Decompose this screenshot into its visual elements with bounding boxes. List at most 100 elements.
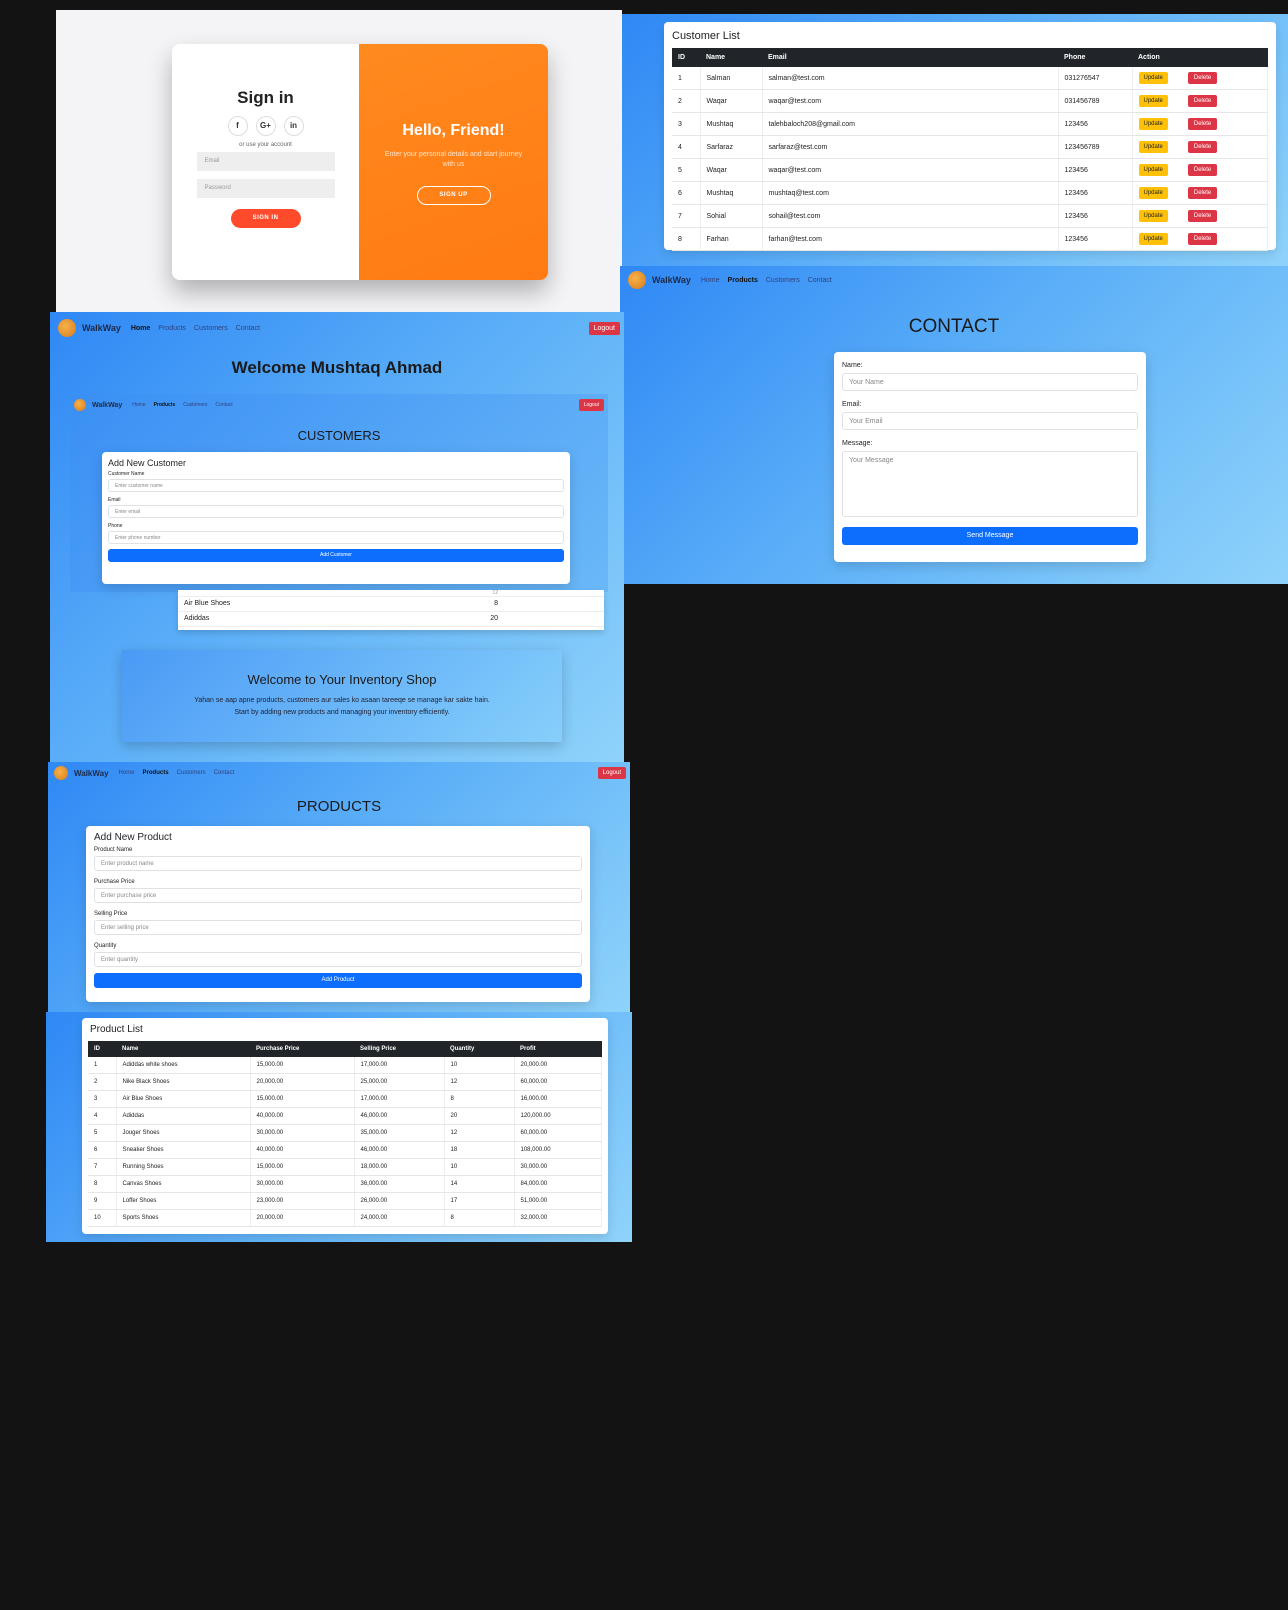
password-input[interactable]: Password [196, 179, 335, 198]
update-button[interactable]: Update [1138, 164, 1168, 176]
nav-customers[interactable]: Customers [183, 402, 207, 408]
update-button[interactable]: Update [1138, 210, 1168, 222]
update-button[interactable]: Update [1138, 72, 1168, 84]
email-label: Email [108, 497, 121, 503]
send-message-button[interactable]: Send Message [842, 527, 1138, 545]
google-plus-icon[interactable]: G+ [255, 116, 276, 136]
signin-form: Sign in f G+ in or use your account Emai… [172, 44, 359, 280]
linkedin-icon[interactable]: in [283, 116, 304, 136]
nav-products[interactable]: Products [158, 325, 186, 332]
add-customer-button[interactable]: Add Customer [108, 549, 564, 562]
nav-customers[interactable]: Customers [177, 770, 206, 776]
add-customer-title: Add New Customer [108, 458, 187, 468]
delete-button[interactable]: Delete [1187, 164, 1218, 176]
nav-home[interactable]: Home [131, 325, 150, 332]
update-button[interactable]: Update [1138, 233, 1168, 245]
nav-products[interactable]: Products [143, 770, 169, 776]
cell-email: talehbaloch208@gmail.com [762, 112, 1059, 136]
logout-button[interactable]: Logout [588, 322, 620, 335]
cell-id: 3 [672, 112, 701, 136]
nav-products[interactable]: Products [728, 277, 758, 284]
cell-phone: 123456789 [1058, 135, 1133, 159]
cell-name: Farhan [700, 227, 763, 251]
facebook-icon[interactable]: f [227, 116, 248, 136]
signup-button[interactable]: SIGN UP [416, 186, 491, 205]
table-row: 1 Salman salman@test.com 031276547 Update Del… [672, 67, 1268, 90]
delete-button[interactable]: Delete [1187, 233, 1218, 245]
cell-action: Update Delete [1132, 67, 1268, 90]
delete-button[interactable]: Delete [1187, 72, 1218, 84]
cell-action: Update Delete [1132, 204, 1268, 228]
email-input[interactable]: Email [196, 152, 335, 171]
name-input[interactable]: Your Name [842, 373, 1138, 391]
brand-name[interactable]: WalkWay [92, 402, 122, 409]
contact-form: Name: Your Name Email: Your Email Messag… [834, 352, 1146, 562]
cell-email: mushtaq@test.com [762, 181, 1059, 205]
email-input[interactable]: Your Email [842, 412, 1138, 430]
navbar: WalkWay Home Products Customers Contact [620, 266, 1288, 294]
cell-id: 10 [88, 1209, 117, 1227]
nav-home[interactable]: Home [132, 402, 145, 408]
product-list-title: Product List [90, 1024, 143, 1035]
signin-button[interactable]: SIGN IN [230, 209, 301, 228]
product-name-input[interactable]: Enter product name [94, 856, 582, 871]
customer-table-header: ID Name Email Phone Action [672, 48, 1268, 67]
nav-contact[interactable]: Contact [808, 277, 832, 284]
customer-name-input[interactable]: Enter customer name [108, 479, 564, 492]
delete-button[interactable]: Delete [1187, 187, 1218, 199]
signup-overlay: Hello, Friend! Enter your personal detai… [359, 44, 548, 280]
email-input[interactable]: Enter email [108, 505, 564, 518]
nav-products[interactable]: Products [154, 402, 176, 408]
nav-home[interactable]: Home [119, 770, 135, 776]
delete-button[interactable]: Delete [1187, 210, 1218, 222]
name-label: Name: [842, 362, 863, 369]
update-button[interactable]: Update [1138, 95, 1168, 107]
delete-button[interactable]: Delete [1187, 118, 1218, 130]
nav-home[interactable]: Home [701, 277, 720, 284]
cell-id: 7 [88, 1158, 117, 1176]
logout-button[interactable]: Logout [597, 767, 626, 779]
cell-phone: 123456 [1058, 204, 1133, 228]
cell-action: Update Delete [1132, 181, 1268, 205]
nav-customers[interactable]: Customers [766, 277, 800, 284]
brand-name[interactable]: WalkWay [652, 275, 691, 285]
cell-id: 3 [88, 1090, 117, 1108]
update-button[interactable]: Update [1138, 118, 1168, 130]
product-name-label: Product Name [94, 847, 133, 853]
signin-card: Sign in f G+ in or use your account Emai… [172, 44, 548, 280]
phone-input[interactable]: Enter phone number [108, 531, 564, 544]
nav-contact[interactable]: Contact [215, 402, 232, 408]
selling-price-input[interactable]: Enter selling price [94, 920, 582, 935]
logout-button[interactable]: Logout [578, 399, 604, 411]
product-list-card: Product List ID Name Purchase Price Sell… [82, 1018, 608, 1234]
email-label: Email: [842, 401, 862, 408]
message-textarea[interactable]: Your Message [842, 451, 1138, 517]
purchase-price-input[interactable]: Enter purchase price [94, 888, 582, 903]
delete-button[interactable]: Delete [1187, 95, 1218, 107]
cell-name: Air Blue Shoes [116, 1090, 251, 1108]
table-row: 2 Nike Black Shoes 20,000.00 25,000.00 12 60,… [88, 1073, 602, 1091]
nav-customers[interactable]: Customers [194, 325, 228, 332]
cell-quantity: 8 [444, 1090, 515, 1108]
products-title: PRODUCTS [296, 798, 382, 815]
add-product-button[interactable]: Add Product [94, 973, 582, 988]
nav-contact[interactable]: Contact [236, 325, 260, 332]
cell-quantity: 10 [444, 1057, 515, 1074]
table-row: 2 Waqar waqar@test.com 031456789 Update Delet… [672, 89, 1268, 113]
cell-profit: 108,000.00 [514, 1141, 602, 1159]
table-row: 4 Sarfaraz sarfaraz@test.com 123456789 Updat… [672, 135, 1268, 159]
delete-button[interactable]: Delete [1187, 141, 1218, 153]
brand-name[interactable]: WalkWay [82, 323, 121, 333]
nav-contact[interactable]: Contact [214, 770, 235, 776]
brand-name[interactable]: WalkWay [74, 769, 109, 778]
cell-action: Update Delete [1132, 89, 1268, 113]
cell-id: 8 [88, 1175, 117, 1193]
product-table-header: ID Name Purchase Price Selling Price Qua… [88, 1041, 602, 1057]
cell-phone: 123456 [1058, 181, 1133, 205]
quantity-input[interactable]: Enter quantity [94, 952, 582, 967]
update-button[interactable]: Update [1138, 187, 1168, 199]
update-button[interactable]: Update [1138, 141, 1168, 153]
col-name: Name [700, 48, 762, 67]
list-item: 12 [178, 590, 604, 597]
cell-name: Canvas Shoes [116, 1175, 251, 1193]
